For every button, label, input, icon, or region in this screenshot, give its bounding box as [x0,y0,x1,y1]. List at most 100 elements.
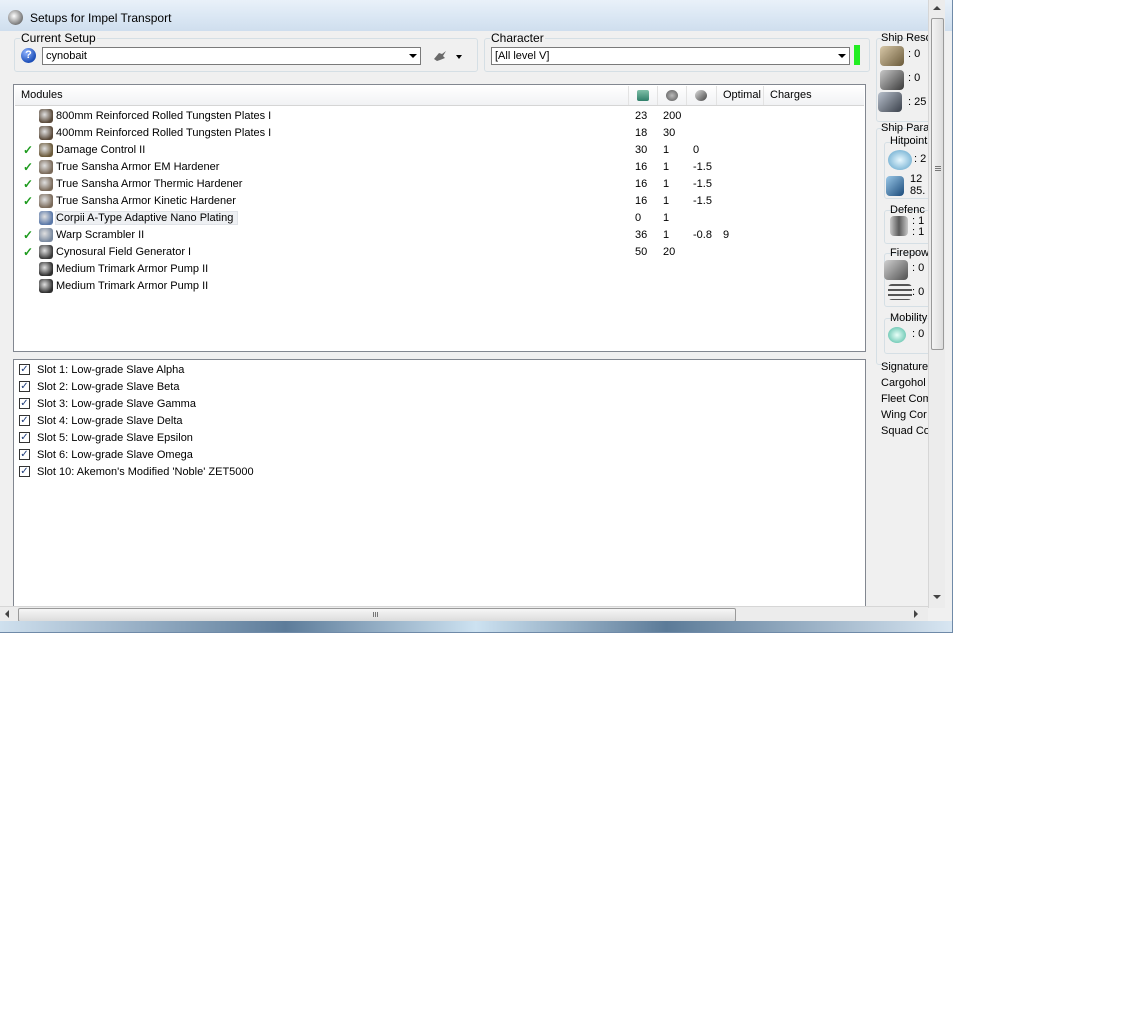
module-row[interactable]: ✓ True Sansha Armor Thermic Hardener 16 1 -1… [14,176,864,193]
implant-checkbox[interactable]: ✓ [19,381,30,392]
implant-label: Slot 4: Low-grade Slave Delta [37,415,183,427]
module-cpu: 0 [635,212,642,224]
check-icon: ✓ [23,177,34,191]
implant-label: Slot 10: Akemon's Modified 'Noble' ZET50… [37,466,254,478]
check-icon: ✓ [23,160,34,174]
cargohold-label: Cargohol [881,377,926,389]
chevron-down-icon [404,48,420,64]
modules-list[interactable]: Modules Optimal Charges 800mm Reinforced… [13,84,866,352]
module-icon [39,194,53,208]
module-row[interactable]: Medium Trimark Armor Pump II [14,261,864,278]
implant-checkbox[interactable]: ✓ [19,364,30,375]
module-row[interactable]: ✓ True Sansha Armor EM Hardener 16 1 -1.5 [14,159,864,176]
setup-menu-button[interactable] [430,48,466,65]
module-row[interactable]: ✓ Cynosural Field Generator I 50 20 [14,244,864,261]
scroll-left-icon[interactable] [5,610,9,618]
module-powergrid: 30 [663,127,676,139]
module-row[interactable]: 800mm Reinforced Rolled Tungsten Plates … [14,108,864,125]
title-bar[interactable]: Setups for Impel Transport [0,0,952,31]
module-cpu: 30 [635,144,648,156]
horizontal-scrollbar[interactable] [0,606,928,622]
firepower-label: Firepow [890,247,928,259]
module-row[interactable]: ✓ Warp Scrambler II 36 1 -0.8 9 [14,227,864,244]
module-icon [39,160,53,174]
chevron-down-icon [833,48,849,64]
vertical-scrollbar[interactable] [928,0,945,608]
ship-params-label: Ship Para [881,122,928,134]
col-capacitor[interactable] [687,86,717,105]
module-powergrid: 1 [663,161,670,173]
help-icon[interactable]: ? [21,48,36,63]
module-icon [39,143,53,157]
current-setup-label: Current Setup [20,31,97,45]
mob-value: : 0 [912,328,925,340]
hp-value-1: : 2 [914,153,927,165]
module-capacitor: -1.5 [693,178,712,190]
col-modules[interactable]: Modules [15,86,629,105]
module-cpu: 16 [635,178,648,190]
module-name: True Sansha Armor Kinetic Hardener [56,195,236,207]
window-title: Setups for Impel Transport [30,11,172,25]
powergrid-icon [666,90,678,101]
fire-value-2: : 0 [912,286,925,298]
scroll-right-icon[interactable] [914,610,918,618]
res-value-turrets: : 0 [908,48,921,60]
speed-icon [888,327,906,343]
module-icon [39,228,53,242]
horizontal-scroll-thumb[interactable] [18,608,736,622]
module-row[interactable]: ✓ Damage Control II 30 1 0 [14,142,864,159]
col-powergrid[interactable] [658,86,687,105]
module-powergrid: 20 [663,246,676,258]
implants-list[interactable]: ✓ Slot 1: Low-grade Slave Alpha ✓ Slot 2: L… [13,359,866,607]
module-cpu: 18 [635,127,648,139]
check-icon: ✓ [23,228,34,242]
shield-icon [888,150,912,170]
fire-value-1: : 0 [912,262,925,274]
res-value-launchers: : 0 [908,72,921,84]
drone-icon [878,92,902,112]
res-value-drones: : 25 [908,96,927,108]
check-icon: ✓ [23,143,34,157]
module-row[interactable]: ✓ True Sansha Armor Kinetic Hardener 16 1 -1… [14,193,864,210]
current-setup-select[interactable]: cynobait [42,47,421,65]
character-label: Character [490,31,545,45]
signature-label: Signature [881,361,928,373]
implant-checkbox[interactable]: ✓ [19,466,30,477]
col-charges[interactable]: Charges [764,86,865,105]
scroll-down-icon[interactable] [933,595,941,599]
implant-checkbox[interactable]: ✓ [19,398,30,409]
character-value: [All level V] [495,50,550,62]
setups-window: Setups for Impel Transport Current Setup… [0,0,953,633]
col-optimal[interactable]: Optimal [717,86,764,105]
col-cpu[interactable] [629,86,658,105]
ship-stats-panel: Ship Reso : 0 : 0 : 25 Ship Para Hitpoin… [872,32,928,607]
module-row[interactable]: Medium Trimark Armor Pump II [14,278,864,295]
module-powergrid: 200 [663,110,682,122]
implant-checkbox[interactable]: ✓ [19,432,30,443]
implant-checkbox[interactable]: ✓ [19,415,30,426]
vertical-scroll-thumb[interactable] [931,18,944,350]
module-powergrid: 1 [663,178,670,190]
cpu-icon [637,90,649,101]
launcher-icon [880,70,904,90]
module-icon [39,279,53,293]
module-name: 800mm Reinforced Rolled Tungsten Plates … [56,110,272,122]
module-cpu: 50 [635,246,648,258]
character-select[interactable]: [All level V] [491,47,850,65]
scroll-up-icon[interactable] [933,6,941,10]
implant-label: Slot 6: Low-grade Slave Omega [37,449,193,461]
status-indicator [854,45,860,65]
modules-header: Modules Optimal Charges [15,86,864,106]
implant-checkbox[interactable]: ✓ [19,449,30,460]
module-cpu: 16 [635,195,648,207]
module-row[interactable]: 400mm Reinforced Rolled Tungsten Plates … [14,125,864,142]
squad-command-label: Squad Co [881,425,928,437]
hp-value-2: 12 [910,173,923,185]
module-row[interactable]: Corpii A-Type Adaptive Nano Plating 0 1 [14,210,864,227]
module-icon [39,245,53,259]
def-value-2: : 1 [912,226,925,238]
implant-label: Slot 5: Low-grade Slave Epsilon [37,432,193,444]
window-bottom-edge [0,621,952,632]
hitpoints-label: Hitpoint [890,135,928,147]
module-cpu: 16 [635,161,648,173]
